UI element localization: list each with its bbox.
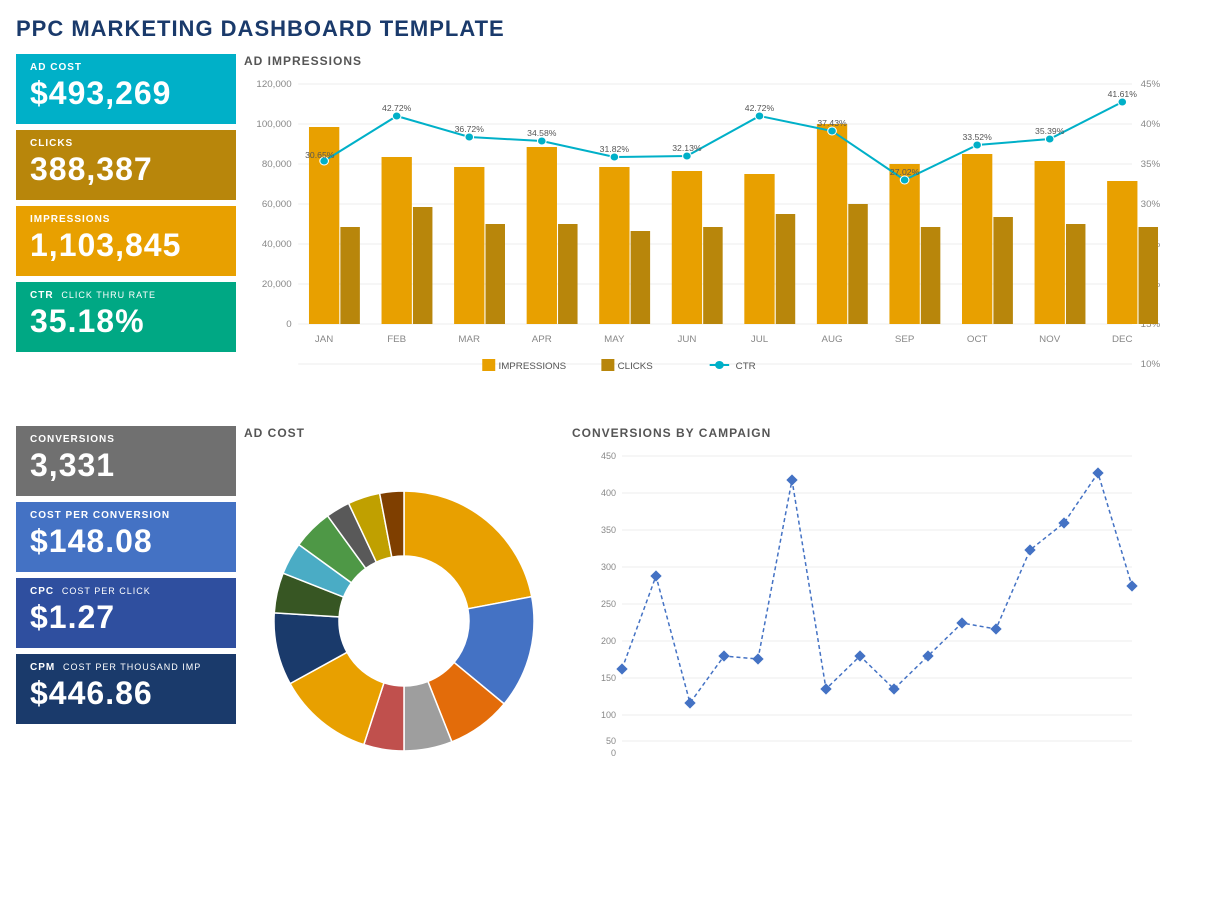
kpi-clicks-value: 388,387 [30, 151, 222, 188]
kpi-ad-cost-value: $493,269 [30, 75, 222, 112]
kpi-cost-per-conversion-value: $148.08 [30, 523, 222, 560]
svg-text:80,000: 80,000 [262, 159, 292, 169]
svg-text:IMPRESSIONS: IMPRESSIONS [498, 361, 566, 371]
svg-text:31.82%: 31.82% [600, 144, 630, 154]
ad-impressions-section: AD IMPRESSIONS 120,000 100,000 80,000 60… [244, 54, 1197, 414]
kpi-cost-per-conversion-label: COST PER CONVERSION [30, 510, 222, 521]
kpi-cost-per-conversion: COST PER CONVERSION $148.08 [16, 502, 236, 572]
svg-text:JAN: JAN [315, 334, 333, 344]
dashboard-title: PPC MARKETING DASHBOARD TEMPLATE [16, 16, 1197, 42]
svg-text:350: 350 [601, 525, 616, 535]
ad-impressions-chart: 120,000 100,000 80,000 60,000 40,000 20,… [244, 74, 1197, 414]
svg-text:CTR: CTR [736, 361, 756, 371]
kpi-cpm: CPM COST PER THOUSAND IMP $446.86 [16, 654, 236, 724]
kpi-clicks-label: CLICKS [30, 138, 222, 149]
svg-text:JUL: JUL [751, 334, 768, 344]
ad-impressions-title: AD IMPRESSIONS [244, 54, 1197, 68]
kpi-conversions: CONVERSIONS 3,331 [16, 426, 236, 496]
kpi-ad-cost-label: AD COST [30, 62, 222, 73]
svg-text:0: 0 [286, 319, 291, 329]
kpi-impressions-label: IMPRESSIONS [30, 214, 222, 225]
kpi-ctr-value: 35.18% [30, 303, 222, 340]
kpi-conversions-label: CONVERSIONS [30, 434, 222, 445]
svg-text:NOV: NOV [1039, 334, 1061, 344]
svg-text:35%: 35% [1141, 159, 1160, 169]
svg-text:34.58%: 34.58% [527, 128, 557, 138]
kpi-column-top: AD COST $493,269 CLICKS 388,387 IMPRESSI… [16, 54, 236, 414]
kpi-clicks: CLICKS 388,387 [16, 130, 236, 200]
svg-text:20,000: 20,000 [262, 279, 292, 289]
svg-text:30%: 30% [1141, 199, 1160, 209]
svg-text:120,000: 120,000 [256, 79, 291, 89]
svg-text:MAR: MAR [458, 334, 480, 344]
svg-text:300: 300 [601, 562, 616, 572]
svg-text:400: 400 [601, 488, 616, 498]
svg-text:FEB: FEB [387, 334, 406, 344]
conversions-by-campaign-section: CONVERSIONS BY CAMPAIGN 450 400 350 300 … [572, 426, 1197, 786]
svg-text:200: 200 [601, 636, 616, 646]
kpi-ad-cost: AD COST $493,269 [16, 54, 236, 124]
kpi-cpc: CPC COST PER CLICK $1.27 [16, 578, 236, 648]
svg-text:JUN: JUN [677, 334, 696, 344]
conversions-chart-svg: 450 400 350 300 250 200 150 100 50 0 [572, 446, 1152, 786]
svg-text:MAY: MAY [604, 334, 625, 344]
svg-text:0: 0 [611, 748, 616, 758]
bottom-section: CONVERSIONS 3,331 COST PER CONVERSION $1… [16, 426, 1197, 786]
svg-text:27.02%: 27.02% [890, 167, 920, 177]
svg-text:45%: 45% [1141, 79, 1160, 89]
svg-text:37.43%: 37.43% [817, 118, 847, 128]
impressions-chart-svg: 120,000 100,000 80,000 60,000 40,000 20,… [244, 74, 1197, 414]
svg-text:42.72%: 42.72% [745, 103, 775, 113]
svg-text:35.39%: 35.39% [1035, 126, 1065, 136]
svg-text:DEC: DEC [1112, 334, 1133, 344]
svg-text:40,000: 40,000 [262, 239, 292, 249]
svg-text:32.13%: 32.13% [672, 143, 702, 153]
svg-text:250: 250 [601, 599, 616, 609]
svg-text:100: 100 [601, 710, 616, 720]
svg-text:60,000: 60,000 [262, 199, 292, 209]
svg-text:33.52%: 33.52% [962, 132, 992, 142]
kpi-cpc-value: $1.27 [30, 599, 222, 636]
svg-text:OCT: OCT [967, 334, 988, 344]
svg-text:100,000: 100,000 [256, 119, 291, 129]
svg-text:10%: 10% [1141, 359, 1160, 369]
kpi-impressions: IMPRESSIONS 1,103,845 [16, 206, 236, 276]
svg-text:42.72%: 42.72% [382, 103, 412, 113]
conversions-by-campaign-title: CONVERSIONS BY CAMPAIGN [572, 426, 1197, 440]
svg-text:50: 50 [606, 736, 616, 746]
ad-cost-title: AD COST [244, 426, 564, 440]
svg-text:CLICKS: CLICKS [618, 361, 653, 371]
kpi-cpm-label: CPM COST PER THOUSAND IMP [30, 662, 222, 673]
kpi-column-bottom: CONVERSIONS 3,331 COST PER CONVERSION $1… [16, 426, 236, 786]
kpi-ctr: CTR CLICK THRU RATE 35.18% [16, 282, 236, 352]
svg-text:41.61%: 41.61% [1108, 89, 1138, 99]
kpi-cpc-label: CPC COST PER CLICK [30, 586, 222, 597]
svg-text:AUG: AUG [821, 334, 842, 344]
svg-text:SEP: SEP [895, 334, 914, 344]
svg-text:30.65%: 30.65% [305, 150, 335, 160]
svg-text:40%: 40% [1141, 119, 1160, 129]
svg-text:36.72%: 36.72% [455, 124, 485, 134]
svg-text:APR: APR [532, 334, 552, 344]
svg-text:450: 450 [601, 451, 616, 461]
donut-chart-svg [244, 446, 564, 786]
kpi-ctr-label: CTR CLICK THRU RATE [30, 290, 222, 301]
svg-text:150: 150 [601, 673, 616, 683]
kpi-conversions-value: 3,331 [30, 447, 222, 484]
ad-cost-section: AD COST [244, 426, 564, 786]
kpi-cpm-value: $446.86 [30, 675, 222, 712]
kpi-impressions-value: 1,103,845 [30, 227, 222, 264]
